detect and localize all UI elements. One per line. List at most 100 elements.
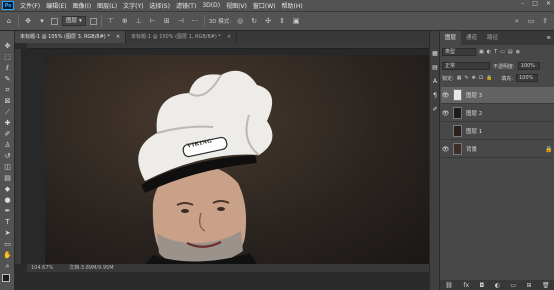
layer-name[interactable]: 背景 [466, 145, 545, 153]
menu-3d[interactable]: 3D(D) [199, 2, 223, 9]
pen-tool-icon[interactable]: ✒ [2, 206, 13, 216]
mask-icon[interactable]: ◘ [479, 282, 484, 289]
3d-orbit-icon[interactable]: ◎ [235, 16, 245, 26]
marquee-tool-icon[interactable]: ⬚ [2, 52, 13, 62]
hand-tool-icon[interactable]: ✋ [2, 250, 13, 260]
filter-adjust-icon[interactable]: ◐ [487, 49, 491, 55]
zoom-level[interactable]: 104.67% [31, 264, 53, 272]
lock-artboard-icon[interactable]: ⊡ [479, 75, 483, 81]
maximize-button[interactable]: □ [532, 0, 538, 7]
close-icon[interactable]: × [227, 31, 231, 43]
home-icon[interactable]: ⌂ [4, 16, 14, 26]
more-options-button[interactable]: ··· [190, 16, 200, 26]
align-middle-icon[interactable]: ⊕ [120, 16, 130, 26]
adjustment-icon[interactable]: ◐ [495, 282, 500, 289]
eraser-tool-icon[interactable]: ◫ [2, 162, 13, 172]
filter-pixel-icon[interactable]: ▣ [479, 49, 484, 55]
character-panel-icon[interactable]: A [430, 77, 440, 87]
align-bottom-icon[interactable]: ⊥ [134, 16, 144, 26]
zoom-tool-icon[interactable]: ⌕ [2, 261, 13, 271]
type-tool-icon[interactable]: T [2, 217, 13, 227]
brush-tool-icon[interactable]: ✐ [2, 129, 13, 139]
link-icon[interactable]: ⛓ [445, 282, 453, 289]
frame-tool-icon[interactable]: ⊠ [2, 96, 13, 106]
tab-layers[interactable]: 图层 [440, 31, 462, 45]
chevron-down-icon[interactable]: ▾ [37, 16, 47, 26]
menu-edit[interactable]: 编辑(E) [43, 1, 69, 10]
filter-shape-icon[interactable]: ▭ [500, 49, 505, 55]
auto-select-checkbox[interactable] [51, 17, 58, 25]
minimize-button[interactable]: – [521, 0, 524, 7]
eye-icon[interactable]: 👁 [441, 92, 450, 99]
tab-document-1[interactable]: 未标题-1 @ 105% (图层 3, RGB/8#) * × [15, 31, 127, 43]
menu-file[interactable]: 文件(F) [17, 1, 43, 10]
menu-window[interactable]: 窗口(W) [250, 1, 279, 10]
filter-type-icon[interactable]: T [494, 49, 497, 55]
auto-select-dropdown[interactable]: 图层 ▾ [62, 16, 86, 26]
kind-filter-dropdown[interactable]: 类型 [442, 48, 476, 56]
menu-view[interactable]: 视图(V) [223, 1, 250, 10]
eye-icon[interactable]: 👁 [441, 146, 450, 153]
align-center-icon[interactable]: ⊞ [162, 16, 172, 26]
tab-channels[interactable]: 通道 [461, 31, 482, 45]
shape-tool-icon[interactable]: ▭ [2, 239, 13, 249]
eyedropper-tool-icon[interactable]: ⟋ [2, 107, 13, 117]
blur-tool-icon[interactable]: ◆ [2, 184, 13, 194]
lock-position-icon[interactable]: ✥ [472, 75, 476, 81]
path-select-tool-icon[interactable]: ➤ [2, 228, 13, 238]
menu-select[interactable]: 选择(S) [146, 1, 173, 10]
trash-icon[interactable]: 🗑 [542, 282, 550, 289]
share-icon[interactable]: ⇪ [540, 16, 550, 26]
history-brush-tool-icon[interactable]: ↺ [2, 151, 13, 161]
lock-pixels-icon[interactable]: ✎ [464, 75, 468, 81]
menu-image[interactable]: 图像(I) [70, 1, 94, 10]
healing-brush-tool-icon[interactable]: ✚ [2, 118, 13, 128]
fx-icon[interactable]: fx [463, 282, 469, 289]
align-right-icon[interactable]: ⊣ [176, 16, 186, 26]
layer-row-layer-3[interactable]: 👁 图层 3 [441, 87, 554, 104]
document-canvas[interactable]: VIKING [45, 55, 429, 264]
move-tool-icon[interactable]: ✥ [23, 16, 33, 26]
panel-menu-icon[interactable]: ≡ [542, 31, 554, 45]
lock-transparent-icon[interactable]: ▦ [457, 75, 462, 81]
align-left-icon[interactable]: ⊢ [148, 16, 158, 26]
layer-row-layer-1[interactable]: 图层 1 [441, 123, 554, 140]
menu-help[interactable]: 帮助(H) [279, 1, 306, 10]
clone-stamp-tool-icon[interactable]: ♙ [2, 140, 13, 150]
3d-roll-icon[interactable]: ↻ [249, 16, 259, 26]
layer-name[interactable]: 图层 2 [466, 109, 554, 117]
3d-scale-icon[interactable]: ▣ [291, 16, 301, 26]
transform-controls-checkbox[interactable] [89, 17, 97, 25]
canvas-area[interactable]: VIKING [21, 49, 429, 264]
properties-panel-icon[interactable]: ▤ [430, 63, 440, 73]
menu-type[interactable]: 文字(Y) [120, 1, 146, 10]
blend-mode-dropdown[interactable]: 正常 [442, 62, 490, 70]
close-icon[interactable]: × [116, 31, 120, 43]
align-top-icon[interactable]: ⊤ [106, 16, 116, 26]
history-panel-icon[interactable]: ▦ [430, 49, 440, 59]
filter-smart-icon[interactable]: ▤ [508, 49, 513, 55]
foreground-color-swatch[interactable] [2, 274, 10, 282]
gradient-tool-icon[interactable]: ▤ [2, 173, 13, 183]
menu-layer[interactable]: 图层(L) [94, 1, 120, 10]
tab-document-2[interactable]: 未标题-1 @ 150% (图层 1, RGB/8#) * × [126, 31, 238, 43]
layer-name[interactable]: 图层 1 [466, 127, 554, 135]
lasso-tool-icon[interactable]: ℓ [2, 63, 13, 73]
menu-filter[interactable]: 滤镜(T) [173, 1, 199, 10]
new-layer-icon[interactable]: ⊞ [527, 282, 532, 289]
crop-tool-icon[interactable]: ⌗ [2, 85, 13, 95]
fill-input[interactable]: 100% [515, 74, 538, 82]
tab-paths[interactable]: 路径 [482, 31, 503, 45]
brush-panel-icon[interactable]: ✐ [430, 105, 440, 115]
3d-slide-icon[interactable]: ⇕ [277, 16, 287, 26]
search-icon[interactable]: ⌕ [512, 16, 522, 26]
quick-select-tool-icon[interactable]: ✎ [2, 74, 13, 84]
workspace-icon[interactable]: ▭ [526, 16, 536, 26]
3d-pan-icon[interactable]: ✣ [263, 16, 273, 26]
filter-toggle[interactable]: ● [516, 49, 520, 55]
group-icon[interactable]: ▭ [510, 282, 516, 289]
paragraph-panel-icon[interactable]: ¶ [430, 91, 440, 101]
lock-all-icon[interactable]: 🔒 [486, 75, 492, 81]
eye-icon[interactable]: 👁 [441, 110, 450, 117]
layer-row-background[interactable]: 👁 背景 🔒 [441, 141, 554, 158]
